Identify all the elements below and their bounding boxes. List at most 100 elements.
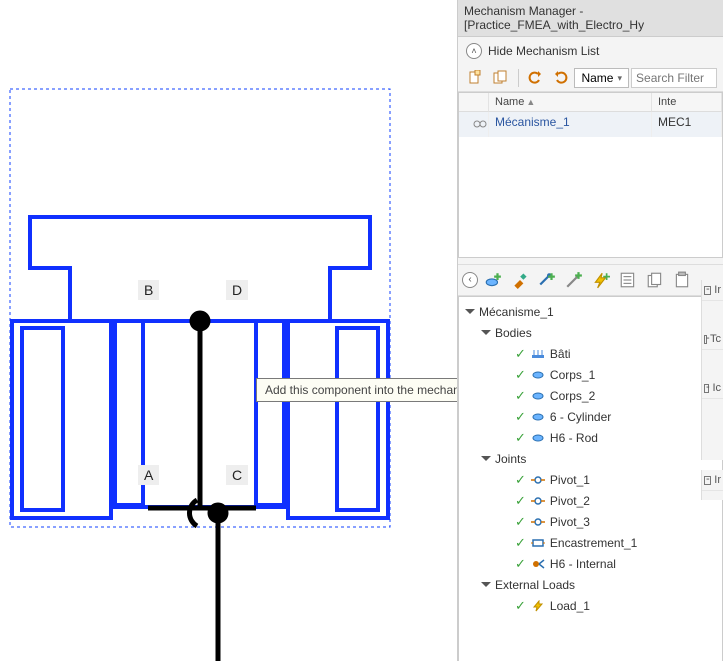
hide-mechanism-list-toggle[interactable]: ˄ Hide Mechanism List (458, 37, 723, 65)
doc-dup-icon (493, 70, 509, 86)
tree-item[interactable]: ✓ Load_1 (459, 595, 722, 616)
toolbar-btn-redo[interactable] (549, 67, 572, 89)
list-toolbar: Name ▾ (458, 65, 723, 92)
doc-plus-icon (468, 70, 484, 86)
frame-icon (530, 347, 546, 361)
grid-col-check[interactable] (459, 93, 489, 112)
slot-label-c: C (226, 465, 248, 485)
load-add-icon (592, 271, 610, 289)
minus-box-icon (704, 476, 711, 485)
body-icon (530, 431, 546, 445)
search-input[interactable] (631, 68, 717, 88)
side-item[interactable]: Ir (702, 280, 723, 301)
undo-icon (528, 71, 542, 85)
pivot-icon (530, 515, 546, 529)
minus-box-icon (704, 384, 709, 393)
check-icon: ✓ (515, 598, 526, 614)
tree-btn-brush[interactable] (508, 269, 532, 291)
tree-item[interactable]: ✓ Corps_1 (459, 364, 722, 385)
tree-group-bodies[interactable]: Bodies (459, 322, 722, 343)
grid-col-name[interactable]: Name▲ (489, 93, 652, 112)
check-icon: ✓ (515, 493, 526, 509)
minus-box-icon (704, 335, 707, 344)
toolbar-btn-undo[interactable] (524, 67, 547, 89)
grid-empty-area (459, 137, 722, 257)
body-icon (530, 368, 546, 382)
wand-icon (565, 271, 583, 289)
tree-item[interactable]: ✓ Pivot_2 (459, 490, 722, 511)
fix-icon (530, 536, 546, 550)
toolbar-btn-new2[interactable] (489, 67, 512, 89)
body-icon (530, 410, 546, 424)
mechanism-grid: Name▲ Inte Mécanisme_1 MEC1 (458, 92, 723, 258)
tree-item[interactable]: ✓ H6 - Internal (459, 553, 722, 574)
chevron-up-icon: ˄ (466, 43, 482, 59)
grid-header: Name▲ Inte (459, 93, 722, 112)
tree-btn-paste[interactable] (670, 269, 694, 291)
check-icon: ✓ (515, 367, 526, 383)
tree-collapse-toggle[interactable]: ‹ (462, 272, 478, 288)
paste-icon (673, 271, 691, 289)
check-icon: ✓ (515, 346, 526, 362)
minus-box-icon (704, 286, 711, 295)
check-icon: ✓ (515, 409, 526, 425)
check-icon: ✓ (515, 556, 526, 572)
tree-btn-load[interactable] (589, 269, 613, 291)
body-icon (530, 389, 546, 403)
expand-icon[interactable] (481, 328, 491, 338)
tree-item[interactable]: ✓ Pivot_1 (459, 469, 722, 490)
side-item[interactable]: Tc (702, 329, 723, 350)
tree-item[interactable]: ✓ Encastrement_1 (459, 532, 722, 553)
grid-col-code[interactable]: Inte (652, 93, 722, 112)
separator (518, 69, 519, 87)
mechanism-tree[interactable]: Mécanisme_1 Bodies ✓ Bâti ✓ Corps_1 (458, 296, 723, 661)
body-add-icon (484, 271, 502, 289)
side-strip: Ir (701, 470, 723, 500)
tree-item[interactable]: ✓ 6 - Cylinder (459, 406, 722, 427)
sort-asc-icon: ▲ (526, 97, 535, 107)
tree-group-loads[interactable]: External Loads (459, 574, 722, 595)
tree-btn-copy[interactable] (643, 269, 667, 291)
canvas-area[interactable]: B D A C Add this component into the mech… (0, 0, 457, 661)
expand-icon[interactable] (465, 307, 475, 317)
pivot-icon (530, 494, 546, 508)
tree-item[interactable]: ✓ Bâti (459, 343, 722, 364)
side-item[interactable]: Ic (702, 378, 723, 399)
sort-field-dropdown[interactable]: Name ▾ (574, 68, 629, 88)
copy-icon (646, 271, 664, 289)
check-icon: ✓ (515, 388, 526, 404)
side-item[interactable]: Ir (702, 470, 723, 491)
tree-toolbar: ‹ (458, 264, 723, 296)
tree-root[interactable]: Mécanisme_1 (459, 301, 722, 322)
hide-label: Hide Mechanism List (488, 44, 599, 58)
chevron-down-icon: ▾ (617, 73, 622, 84)
tree-btn-add-body[interactable] (481, 269, 505, 291)
joint-add-icon (538, 271, 556, 289)
slot-label-a: A (138, 465, 159, 485)
check-icon: ✓ (515, 535, 526, 551)
grid-row-name: Mécanisme_1 (489, 112, 652, 137)
brush-icon (511, 271, 529, 289)
mechanism-manager-panel: Mechanism Manager - [Practice_FMEA_with_… (457, 0, 723, 661)
load-icon (530, 599, 546, 613)
schematic-svg (0, 0, 457, 661)
tree-btn-wand[interactable] (562, 269, 586, 291)
expand-icon[interactable] (481, 580, 491, 590)
tree-btn-joint[interactable] (535, 269, 559, 291)
link-icon (473, 117, 487, 131)
grid-row[interactable]: Mécanisme_1 MEC1 (459, 112, 722, 137)
expand-icon[interactable] (481, 454, 491, 464)
check-icon: ✓ (515, 430, 526, 446)
grid-row-toggle[interactable] (459, 112, 489, 137)
tree-btn-form[interactable] (616, 269, 640, 291)
redo-icon (554, 71, 568, 85)
check-icon: ✓ (515, 472, 526, 488)
tree-group-joints[interactable]: Joints (459, 448, 722, 469)
form-icon (619, 271, 637, 289)
tree-item[interactable]: ✓ Pivot_3 (459, 511, 722, 532)
panel-title: Mechanism Manager - [Practice_FMEA_with_… (458, 0, 723, 37)
internal-joint-icon (530, 557, 546, 571)
toolbar-btn-new1[interactable] (464, 67, 487, 89)
tree-item[interactable]: ✓ Corps_2 (459, 385, 722, 406)
tree-item[interactable]: ✓ H6 - Rod (459, 427, 722, 448)
